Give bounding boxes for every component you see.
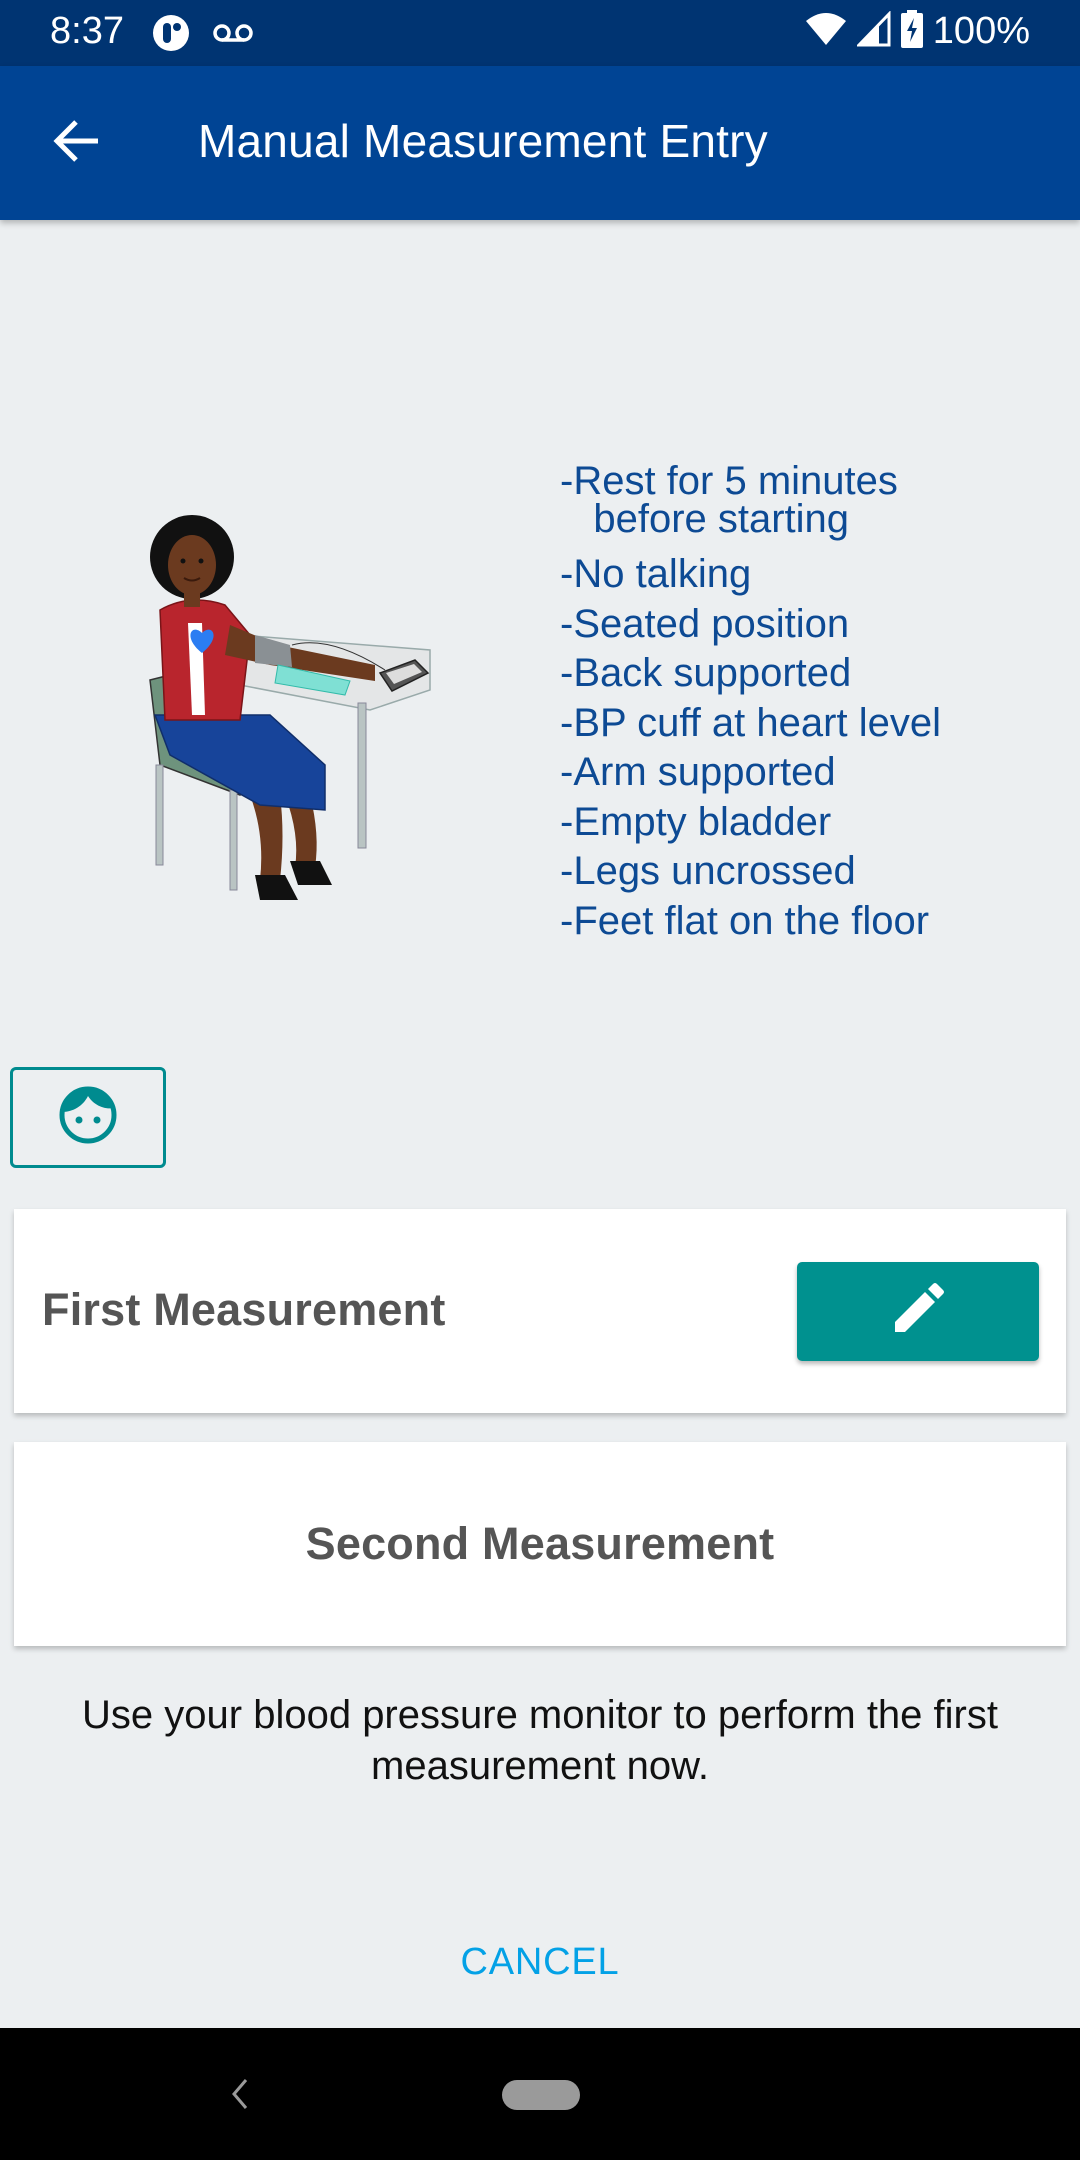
battery-percent: 100% [932, 10, 1030, 52]
back-button[interactable] [40, 111, 112, 175]
wifi-icon [805, 11, 847, 52]
status-right-icons: 100% [805, 10, 1030, 53]
instruction-hint: Use your blood pressure monitor to perfo… [82, 1693, 998, 1788]
bp-measurement-illustration [130, 495, 440, 915]
status-bar: 8:37 100% [0, 0, 1080, 66]
avatar-button[interactable] [10, 1067, 166, 1168]
status-left-icons [152, 14, 254, 57]
nav-home-pill[interactable] [502, 2080, 580, 2110]
instruction-item: -BP cuff at heart level [560, 700, 941, 745]
system-nav-bar [0, 2028, 1080, 2160]
cancel-button[interactable]: CANCEL [440, 1930, 640, 1994]
instruction-item: -Back supported [560, 651, 852, 695]
app-bar: Manual Measurement Entry [0, 66, 1080, 220]
page-title: Manual Measurement Entry [198, 115, 768, 167]
instruction-item: -Arm supported [560, 750, 836, 794]
edit-first-measurement-button[interactable] [797, 1262, 1039, 1361]
first-measurement-card: First Measurement [14, 1209, 1066, 1413]
battery-charging-icon [900, 10, 923, 53]
status-time: 8:37 [50, 10, 124, 52]
first-measurement-label: First Measurement [42, 1284, 446, 1335]
voicemail-icon [212, 22, 254, 49]
instruction-item: -Rest for 5 minutes before starting [560, 459, 898, 541]
instruction-item: -Seated position [560, 601, 850, 646]
second-measurement-card[interactable]: Second Measurement [14, 1442, 1066, 1646]
nav-back-icon[interactable] [224, 2074, 254, 2114]
instructions-list: -Rest for 5 minutes before starting -No … [560, 459, 941, 946]
instruction-item: -Feet flat on the floor [560, 898, 930, 943]
instruction-item: -Legs uncrossed [560, 849, 856, 893]
instruction-item: -No talking [560, 552, 752, 596]
instruction-item: -Empty bladder [560, 799, 832, 844]
second-measurement-label: Second Measurement [305, 1518, 775, 1569]
app-notification-icon [152, 14, 190, 57]
cell-signal-icon [855, 10, 891, 52]
arrow-back-icon [52, 119, 100, 168]
face-icon [59, 1086, 117, 1149]
pencil-icon [891, 1282, 945, 1341]
